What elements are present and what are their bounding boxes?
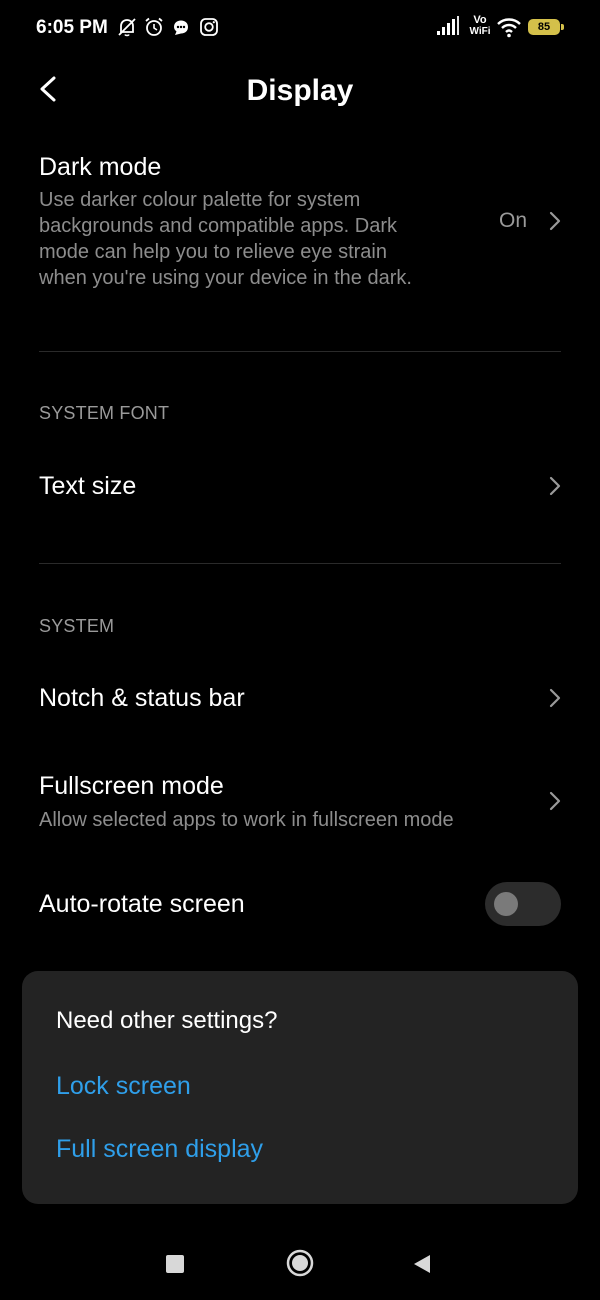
section-header-system: SYSTEM: [39, 616, 115, 636]
fullscreen-mode-description: Allow selected apps to work in fullscree…: [39, 809, 454, 831]
auto-rotate-toggle[interactable]: [485, 882, 561, 926]
vowifi-top-label: Vo: [473, 14, 487, 26]
chevron-right-icon: [549, 211, 561, 231]
full-screen-display-link[interactable]: Full screen display: [56, 1133, 263, 1165]
fullscreen-mode-label: Fullscreen mode: [39, 772, 224, 800]
signal-icon: [437, 16, 459, 35]
dark-mode-description-line-2: backgrounds and compatible apps. Dark: [39, 215, 397, 237]
divider: [39, 563, 561, 564]
lock-screen-link[interactable]: Lock screen: [56, 1070, 191, 1102]
wifi-icon: [497, 18, 521, 38]
other-settings-title: Need other settings?: [56, 1007, 278, 1034]
instagram-icon: [200, 18, 218, 36]
nav-back-button[interactable]: [412, 1253, 432, 1275]
home-button[interactable]: [286, 1249, 314, 1277]
divider: [39, 351, 561, 352]
chevron-right-icon: [549, 476, 561, 496]
chat-icon: [174, 20, 188, 35]
section-header-system-font: SYSTEM FONT: [39, 403, 170, 423]
vowifi-icon: Vo WiFi: [466, 14, 494, 40]
battery-indicator: 85: [528, 19, 560, 35]
vowifi-bottom-label: WiFi: [469, 26, 491, 37]
alarm-icon: [145, 17, 163, 36]
notch-status-bar-label: Notch & status bar: [39, 684, 245, 712]
dark-mode-row[interactable]: Dark mode Use darker colour palette for …: [0, 145, 600, 305]
recents-button[interactable]: [166, 1255, 184, 1273]
dark-mode-description-line-4: when you're using your device in the dar…: [39, 267, 412, 289]
dark-mode-description-line-3: mode can help you to relieve eye strain: [39, 241, 387, 263]
notch-status-bar-row[interactable]: Notch & status bar: [0, 667, 600, 729]
auto-rotate-label: Auto-rotate screen: [39, 890, 245, 918]
other-settings-card: Need other settings? Lock screen Full sc…: [22, 971, 578, 1204]
fullscreen-mode-row[interactable]: Fullscreen mode Allow selected apps to w…: [0, 765, 600, 840]
muted-bell-icon: [118, 18, 136, 37]
dark-mode-value: On: [499, 209, 528, 232]
text-size-label: Text size: [39, 472, 137, 500]
status-time: 6:05 PM: [36, 17, 108, 38]
battery-tip: [561, 24, 564, 30]
dark-mode-description-line-1: Use darker colour palette for system: [39, 189, 361, 211]
page-title: Display: [246, 74, 354, 107]
chevron-right-icon: [549, 688, 561, 708]
chevron-right-icon: [549, 791, 561, 811]
toggle-knob: [494, 892, 518, 916]
text-size-row[interactable]: Text size: [0, 455, 600, 517]
dark-mode-title: Dark mode: [39, 153, 162, 181]
